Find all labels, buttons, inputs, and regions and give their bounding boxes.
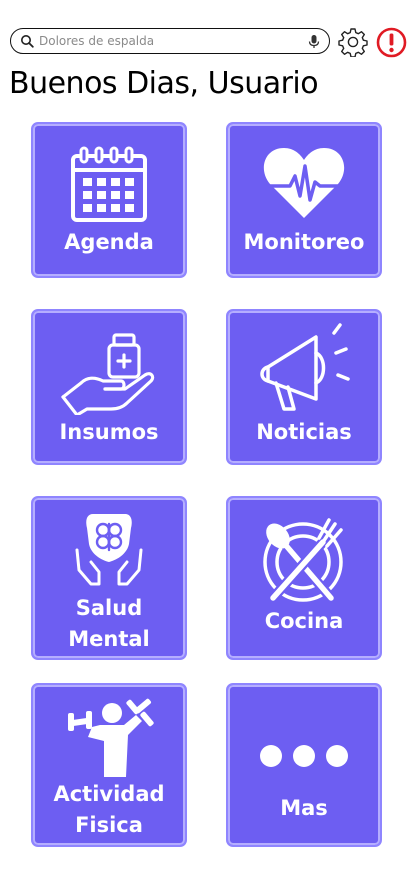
hand-medicine-icon: [61, 333, 155, 415]
tile-label-line2: Fisica: [75, 813, 143, 837]
more-dots-icon: [260, 745, 348, 767]
brain-hands-icon: [75, 514, 143, 586]
tile-actividad-fisica[interactable]: Actividad Fisica: [31, 683, 187, 847]
search-input[interactable]: [39, 31, 289, 51]
tile-label: Noticias: [256, 420, 352, 444]
tile-cocina[interactable]: Cocina: [226, 496, 382, 660]
tile-label: Monitoreo: [243, 230, 365, 254]
calendar-icon: [71, 146, 147, 222]
tile-label-line2: Mental: [68, 627, 150, 651]
greeting-title: Buenos Dias, Usuario: [9, 66, 319, 101]
tile-label: Insumos: [59, 420, 159, 444]
tile-insumos[interactable]: Insumos: [31, 309, 187, 465]
alert-icon[interactable]: [376, 27, 407, 58]
tile-label-line1: Salud: [75, 596, 143, 620]
tile-monitoreo[interactable]: Monitoreo: [226, 122, 382, 278]
tile-label-line1: Actividad: [53, 782, 165, 806]
tile-salud-mental[interactable]: Salud Mental: [31, 496, 187, 660]
tile-mas[interactable]: Mas: [226, 683, 382, 847]
top-bar: [0, 0, 414, 70]
microphone-icon[interactable]: [307, 34, 321, 49]
tile-agenda[interactable]: Agenda: [31, 122, 187, 278]
dumbbell-person-icon: [68, 698, 154, 777]
tile-label: Cocina: [264, 609, 344, 633]
tile-label: Agenda: [64, 230, 154, 254]
tile-label: Mas: [280, 796, 328, 820]
gear-icon[interactable]: [338, 27, 368, 57]
megaphone-icon: [260, 323, 350, 411]
heart-pulse-icon: [263, 148, 345, 218]
search-bar[interactable]: [10, 28, 330, 54]
tile-noticias[interactable]: Noticias: [226, 309, 382, 465]
search-icon[interactable]: [20, 34, 34, 48]
plate-cutlery-icon: [263, 518, 343, 603]
